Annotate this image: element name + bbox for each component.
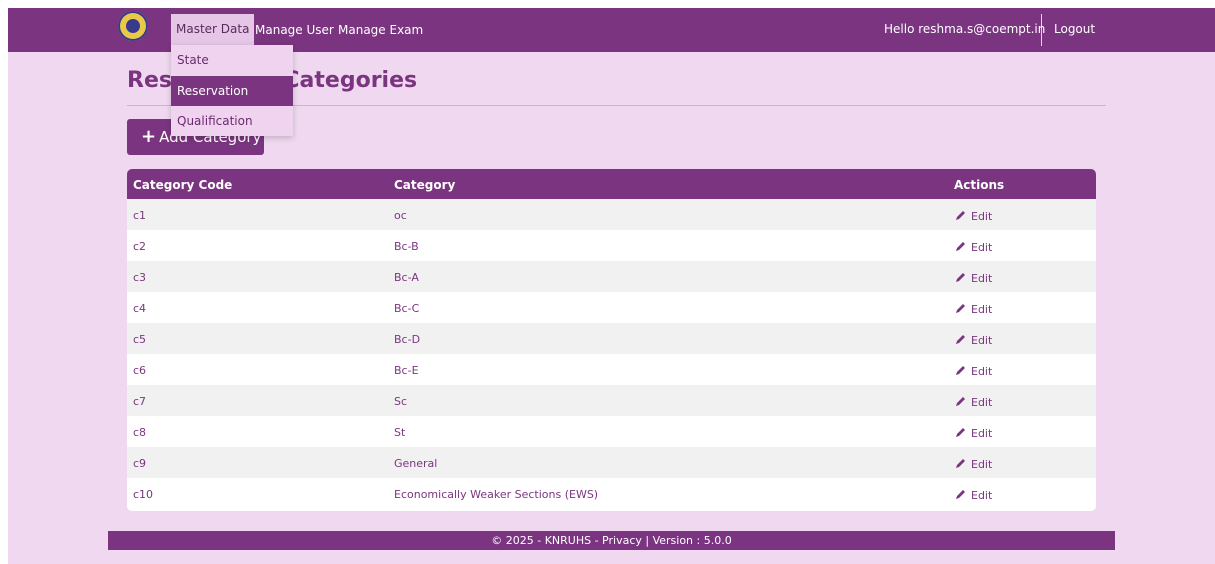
edit-button[interactable]: Edit bbox=[954, 395, 992, 409]
cell-code: c3 bbox=[133, 271, 147, 284]
table-row: c1 oc Edit bbox=[127, 199, 1096, 230]
categories-table: Category Code Category Actions c1 oc Edi… bbox=[127, 169, 1096, 511]
pencil-icon bbox=[956, 304, 965, 313]
cell-code: c6 bbox=[133, 364, 147, 377]
edit-button[interactable]: Edit bbox=[954, 364, 992, 378]
cell-code: c10 bbox=[133, 488, 154, 501]
cell-category: oc bbox=[394, 209, 407, 222]
table-row: c4 Bc-C Edit bbox=[127, 292, 1096, 323]
cell-code: c8 bbox=[133, 426, 147, 439]
edit-button[interactable]: Edit bbox=[954, 209, 992, 223]
edit-label: Edit bbox=[971, 458, 993, 471]
pencil-icon bbox=[956, 335, 965, 344]
dropdown-item-reservation[interactable]: Reservation bbox=[171, 76, 293, 106]
dropdown-item-qualification[interactable]: Qualification bbox=[171, 106, 293, 136]
cell-code: c7 bbox=[133, 395, 147, 408]
cell-category: Bc-C bbox=[394, 302, 420, 315]
edit-label: Edit bbox=[971, 241, 993, 254]
header-actions: Actions bbox=[954, 178, 1005, 192]
edit-label: Edit bbox=[971, 272, 993, 285]
university-logo-icon[interactable] bbox=[118, 11, 148, 41]
table-row: c8 St Edit bbox=[127, 416, 1096, 447]
pencil-icon bbox=[956, 366, 965, 375]
edit-label: Edit bbox=[971, 303, 993, 316]
edit-button[interactable]: Edit bbox=[954, 302, 992, 316]
cell-category: General bbox=[394, 457, 438, 470]
table-header: Category Code Category Actions bbox=[127, 169, 1096, 199]
pencil-icon bbox=[956, 273, 965, 282]
logout-link[interactable]: Logout bbox=[1054, 22, 1095, 36]
edit-button[interactable]: Edit bbox=[954, 271, 992, 285]
pencil-icon bbox=[956, 490, 965, 499]
cell-code: c9 bbox=[133, 457, 147, 470]
edit-button[interactable]: Edit bbox=[954, 426, 992, 440]
edit-label: Edit bbox=[971, 396, 993, 409]
cell-category: St bbox=[394, 426, 406, 439]
edit-button[interactable]: Edit bbox=[954, 240, 992, 254]
plus-icon: + bbox=[141, 126, 157, 147]
edit-label: Edit bbox=[971, 334, 993, 347]
edit-label: Edit bbox=[971, 365, 993, 378]
edit-label: Edit bbox=[971, 489, 993, 502]
table-row: c5 Bc-D Edit bbox=[127, 323, 1096, 354]
cell-code: c2 bbox=[133, 240, 147, 253]
nav-divider bbox=[1041, 14, 1042, 46]
header-category: Category bbox=[394, 178, 456, 192]
pencil-icon bbox=[956, 211, 965, 220]
pencil-icon bbox=[956, 428, 965, 437]
edit-label: Edit bbox=[971, 427, 993, 440]
pencil-icon bbox=[956, 397, 965, 406]
page-footer: © 2025 - KNRUHS - Privacy | Version : 5.… bbox=[108, 531, 1115, 550]
header-category-code: Category Code bbox=[133, 178, 233, 192]
pencil-icon bbox=[956, 242, 965, 251]
cell-code: c1 bbox=[133, 209, 147, 222]
table-row: c2 Bc-B Edit bbox=[127, 230, 1096, 261]
cell-category: Sc bbox=[394, 395, 408, 408]
cell-category: Bc-E bbox=[394, 364, 419, 377]
edit-button[interactable]: Edit bbox=[954, 457, 992, 471]
cell-category: Bc-A bbox=[394, 271, 419, 284]
cell-category: Economically Weaker Sections (EWS) bbox=[394, 488, 599, 501]
table-row: c3 Bc-A Edit bbox=[127, 261, 1096, 292]
user-greeting: Hello reshma.s@coempt.in bbox=[884, 22, 1046, 36]
nav-manage-exam[interactable]: Manage Exam bbox=[338, 22, 423, 52]
cell-category: Bc-D bbox=[394, 333, 421, 346]
edit-button[interactable]: Edit bbox=[954, 488, 992, 502]
table-row: c6 Bc-E Edit bbox=[127, 354, 1096, 385]
pencil-icon bbox=[956, 459, 965, 468]
table-row: c10 Economically Weaker Sections (EWS) E… bbox=[127, 478, 1096, 509]
edit-label: Edit bbox=[971, 210, 993, 223]
cell-code: c5 bbox=[133, 333, 147, 346]
edit-button[interactable]: Edit bbox=[954, 333, 992, 347]
cell-code: c4 bbox=[133, 302, 147, 315]
table-row: c9 General Edit bbox=[127, 447, 1096, 478]
dropdown-item-state[interactable]: State bbox=[171, 45, 293, 75]
master-data-dropdown: State Reservation Qualification bbox=[171, 45, 293, 136]
nav-master-data[interactable]: Master Data bbox=[171, 14, 255, 45]
table-row: c7 Sc Edit bbox=[127, 385, 1096, 416]
cell-category: Bc-B bbox=[394, 240, 419, 253]
